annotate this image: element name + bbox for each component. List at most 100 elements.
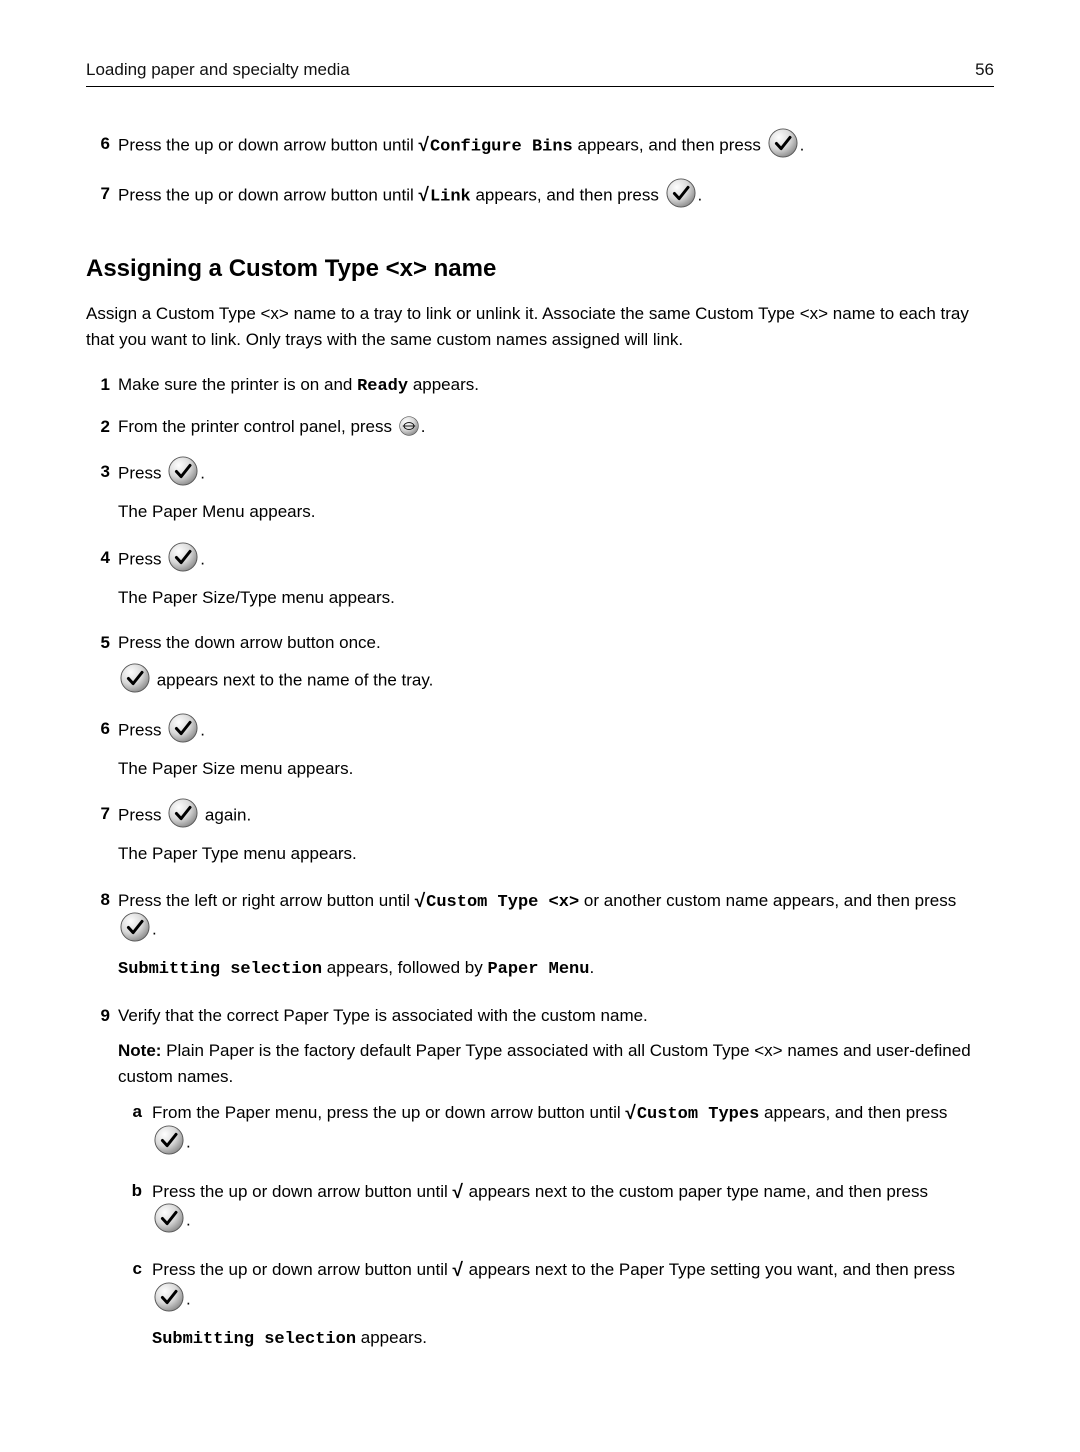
text: .: [200, 720, 205, 739]
select-button-icon: [120, 663, 150, 693]
check-glyph: √: [419, 135, 429, 156]
page-number: 56: [975, 60, 994, 80]
result-text: The Paper Size/Type menu appears.: [118, 585, 994, 611]
step-1: 1 Make sure the printer is on and Ready …: [86, 372, 994, 400]
text: .: [152, 919, 157, 938]
text: appears next to the Paper Type setting y…: [464, 1260, 955, 1279]
step-number: 8: [86, 887, 110, 913]
select-button-icon: [154, 1282, 184, 1312]
text: Press the up or down arrow button until: [152, 1182, 453, 1201]
step-8: 8 Press the left or right arrow button u…: [86, 887, 994, 983]
step-number: 3: [86, 459, 110, 485]
sub-step-letter: b: [118, 1178, 142, 1204]
text: .: [800, 135, 805, 154]
text: Press: [118, 720, 166, 739]
text: Press: [118, 463, 166, 482]
text: appears, and then press: [471, 185, 664, 204]
text: From the printer control panel, press: [118, 417, 397, 436]
result-text: The Paper Menu appears.: [118, 499, 994, 525]
menu-option: Custom Types: [637, 1105, 759, 1124]
step-2: 2 From the printer control panel, press …: [86, 414, 994, 440]
text: .: [186, 1210, 191, 1229]
text: or another custom name appears, and then…: [579, 891, 956, 910]
note-body: Plain Paper is the factory default Paper…: [118, 1041, 971, 1086]
status-text: Submitting selection: [152, 1330, 356, 1349]
sub-step-letter: a: [118, 1099, 142, 1125]
page-header: Loading paper and specialty media 56: [86, 60, 994, 86]
step-number: 5: [86, 630, 110, 656]
text: From the Paper menu, press the up or dow…: [152, 1103, 625, 1122]
check-glyph: √: [453, 1260, 463, 1281]
status-text: Paper Menu: [487, 960, 589, 979]
top-step-7: 7 Press the up or down arrow button unti…: [86, 181, 994, 211]
menu-option: Link: [430, 187, 471, 206]
menu-button-icon: [399, 416, 419, 436]
check-glyph: √: [419, 185, 429, 206]
text: .: [589, 958, 594, 977]
status-text: Ready: [357, 377, 408, 396]
text: appears, and then press: [759, 1103, 947, 1122]
text: Press the up or down arrow button until: [118, 185, 419, 204]
step-number: 6: [86, 131, 110, 157]
sub-step-a: a From the Paper menu, press the up or d…: [118, 1099, 994, 1158]
text: .: [186, 1132, 191, 1151]
text: appears, and then press: [573, 135, 766, 154]
sub-step-c: c Press the up or down arrow button unti…: [118, 1256, 994, 1352]
step-7: 7 Press again. The Paper Type menu appea…: [86, 801, 994, 867]
select-button-icon: [120, 912, 150, 942]
text: appears.: [408, 375, 479, 394]
text: Press: [118, 805, 166, 824]
step-9: 9 Verify that the correct Paper Type is …: [86, 1003, 994, 1373]
text: .: [421, 417, 426, 436]
header-rule: [86, 86, 994, 87]
text: appears.: [356, 1328, 427, 1347]
text: .: [186, 1289, 191, 1308]
text: Press the up or down arrow button until: [152, 1260, 453, 1279]
text: Press the left or right arrow button unt…: [118, 891, 415, 910]
select-button-icon: [168, 456, 198, 486]
step-4: 4 Press . The Paper Size/Type menu appea…: [86, 545, 994, 611]
text: .: [200, 549, 205, 568]
select-button-icon: [168, 542, 198, 572]
check-glyph: √: [415, 891, 425, 912]
top-step-list: 6 Press the up or down arrow button unti…: [86, 131, 994, 211]
main-step-list: 1 Make sure the printer is on and Ready …: [86, 372, 994, 1372]
step-number: 6: [86, 716, 110, 742]
text: appears, followed by: [322, 958, 487, 977]
select-button-icon: [768, 128, 798, 158]
text: appears next to the custom paper type na…: [464, 1182, 928, 1201]
sub-step-list: a From the Paper menu, press the up or d…: [118, 1099, 994, 1352]
result-text: The Paper Size menu appears.: [118, 756, 994, 782]
text: Press: [118, 549, 166, 568]
select-button-icon: [168, 713, 198, 743]
select-button-icon: [154, 1125, 184, 1155]
text: Press the up or down arrow button until: [118, 135, 419, 154]
step-number: 2: [86, 414, 110, 440]
section-heading: Assigning a Custom Type <x> name: [86, 255, 994, 283]
step-number: 7: [86, 801, 110, 827]
step-number: 4: [86, 545, 110, 571]
top-step-6: 6 Press the up or down arrow button unti…: [86, 131, 994, 161]
note-label: Note:: [118, 1041, 161, 1060]
text: appears next to the name of the tray.: [152, 670, 433, 689]
text: Verify that the correct Paper Type is as…: [118, 1003, 994, 1029]
menu-option: Custom Type <x>: [426, 893, 579, 912]
select-button-icon: [666, 178, 696, 208]
text: again.: [200, 805, 251, 824]
step-3: 3 Press . The Paper Menu appears.: [86, 459, 994, 525]
sub-step-letter: c: [118, 1256, 142, 1282]
section-intro: Assign a Custom Type <x> name to a tray …: [86, 301, 994, 352]
result-text: The Paper Type menu appears.: [118, 841, 994, 867]
text: Make sure the printer is on and: [118, 375, 357, 394]
text: .: [698, 185, 703, 204]
step-6: 6 Press . The Paper Size menu appears.: [86, 716, 994, 782]
sub-step-b: b Press the up or down arrow button unti…: [118, 1178, 994, 1237]
step-number: 7: [86, 181, 110, 207]
header-title: Loading paper and specialty media: [86, 60, 350, 80]
select-button-icon: [168, 798, 198, 828]
text: .: [200, 463, 205, 482]
step-number: 9: [86, 1003, 110, 1029]
menu-option: Configure Bins: [430, 137, 573, 156]
select-button-icon: [154, 1203, 184, 1233]
step-5: 5 Press the down arrow button once. appe…: [86, 630, 994, 696]
